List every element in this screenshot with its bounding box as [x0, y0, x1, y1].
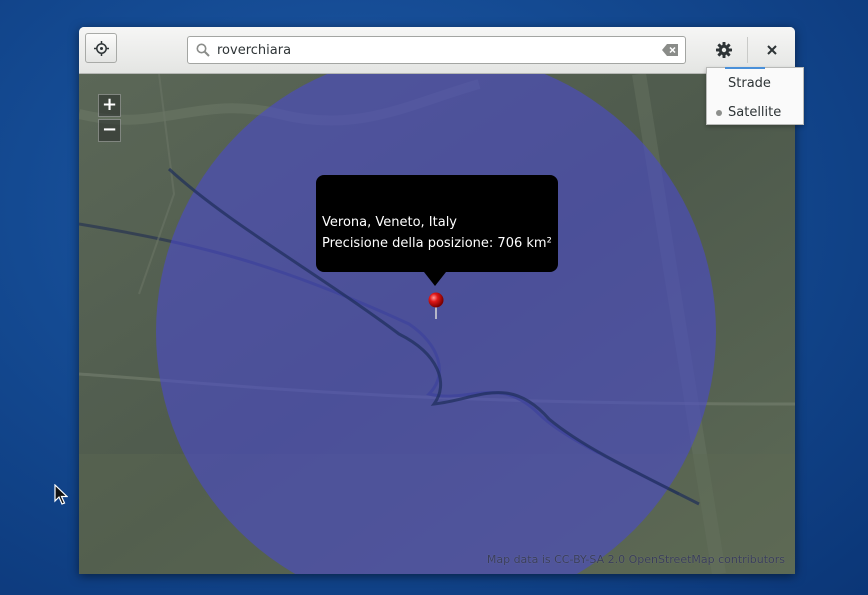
selected-indicator	[716, 110, 722, 116]
location-pin-icon[interactable]	[426, 292, 446, 320]
zoom-in-button[interactable]: +	[98, 94, 121, 117]
mouse-pointer-icon	[54, 484, 68, 505]
crosshair-icon	[94, 41, 109, 56]
popover-highlight	[725, 67, 765, 69]
zoom-out-button[interactable]: −	[98, 119, 121, 142]
header-bar	[79, 27, 795, 74]
map-view[interactable]: + − Verona, Veneto, Italy Precisione del…	[79, 74, 795, 574]
header-separator	[747, 37, 748, 63]
satellite-imagery	[79, 74, 795, 574]
locate-button[interactable]	[85, 33, 117, 63]
layer-option-streets[interactable]: Strade	[728, 76, 771, 91]
clear-text-icon[interactable]	[662, 44, 678, 56]
close-button[interactable]	[755, 35, 789, 65]
accuracy-text: Precisione della posizione: 706 km²	[322, 236, 552, 251]
search-field[interactable]	[187, 36, 686, 64]
layers-popover: Strade Satellite	[706, 67, 804, 125]
map-attribution: Map data is CC-BY-SA 2.0 OpenStreetMap c…	[486, 553, 785, 566]
maps-window: + − Verona, Veneto, Italy Precisione del…	[79, 27, 795, 574]
search-input[interactable]	[217, 40, 647, 60]
place-name: Verona, Veneto, Italy	[322, 215, 458, 230]
close-icon	[767, 45, 777, 55]
location-bubble: Verona, Veneto, Italy Precisione della p…	[316, 175, 558, 286]
search-icon	[196, 43, 210, 57]
accuracy-circle	[156, 74, 716, 574]
settings-button[interactable]	[707, 35, 741, 65]
layer-option-satellite[interactable]: Satellite	[728, 105, 781, 120]
gear-icon	[716, 42, 732, 58]
zoom-controls: + −	[98, 94, 121, 142]
